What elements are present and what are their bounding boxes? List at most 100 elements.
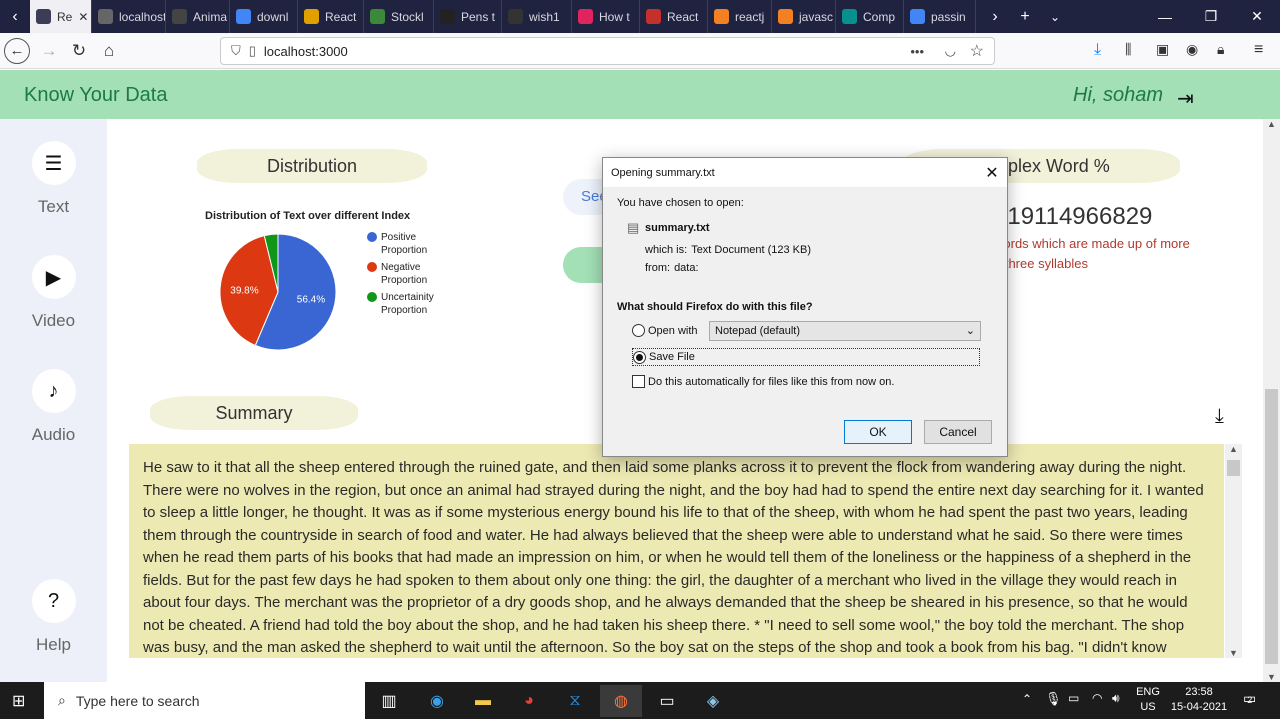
auto-checkbox[interactable]: Do this automatically for files like thi… bbox=[632, 375, 894, 388]
sidebar-item-audio[interactable]: ♪ Audio bbox=[0, 369, 107, 445]
save-file-radio[interactable]: Save File bbox=[632, 348, 980, 366]
pie-data-label: 56.4% bbox=[297, 295, 325, 306]
cancel-button[interactable]: Cancel bbox=[924, 420, 992, 444]
reload-icon[interactable]: ↻ bbox=[64, 41, 94, 61]
microphone-icon[interactable]: 🎙︎ bbox=[1045, 691, 1062, 707]
legend-label[interactable]: Uncertainity Proportion bbox=[381, 292, 434, 316]
page-scrollbar[interactable]: ▲ ▼ bbox=[1263, 119, 1280, 682]
home-icon[interactable]: ⌂ bbox=[94, 41, 124, 61]
url-text[interactable]: localhost:3000 bbox=[264, 44, 348, 59]
pocket-icon[interactable]: ◡ bbox=[945, 43, 956, 59]
tab-label: Stockl bbox=[391, 9, 424, 24]
account-icon[interactable]: ◉ bbox=[1186, 41, 1198, 58]
chrome-icon[interactable]: ◕ bbox=[508, 685, 550, 717]
tab-favicon-icon bbox=[304, 9, 319, 24]
tray-expand-icon[interactable]: ⌃ bbox=[1022, 692, 1032, 706]
legend-label[interactable]: Negative Proportion bbox=[381, 262, 427, 286]
shield-icon[interactable]: ⛉ bbox=[231, 43, 241, 59]
window-close-icon[interactable]: ✕ bbox=[1234, 0, 1280, 33]
browser-tab[interactable]: javasc bbox=[772, 0, 836, 33]
volume-icon[interactable]: 🔊︎ bbox=[1112, 691, 1120, 706]
sidebar-item-help[interactable]: ? Help bbox=[0, 579, 107, 655]
task-view-icon[interactable]: ▥ bbox=[368, 685, 410, 717]
new-tab-icon[interactable]: + bbox=[1010, 8, 1040, 26]
tab-label: Re bbox=[57, 9, 73, 24]
browser-tab[interactable]: How t bbox=[572, 0, 640, 33]
app-brand[interactable]: Know Your Data bbox=[24, 84, 167, 107]
tab-scroll-right-icon[interactable]: › bbox=[980, 8, 1010, 26]
sidebar-item-video[interactable]: ▶ Video bbox=[0, 255, 107, 331]
notification-count: 2 bbox=[1247, 695, 1253, 705]
browser-tab[interactable]: reactj bbox=[708, 0, 772, 33]
tab-favicon-icon bbox=[440, 9, 455, 24]
tab-favicon-icon bbox=[578, 9, 593, 24]
browser-tab[interactable]: downl bbox=[230, 0, 298, 33]
edge-icon[interactable]: ◉ bbox=[416, 685, 458, 717]
ok-button[interactable]: OK bbox=[844, 420, 912, 444]
dialog-close-icon[interactable]: ✕ bbox=[977, 158, 1007, 188]
distribution-pie-chart: Distribution of Text over different Inde… bbox=[205, 210, 434, 351]
chevron-down-icon: ⌄ bbox=[965, 325, 975, 337]
open-file-dialog: Opening summary.txt ✕ You have chosen to… bbox=[602, 157, 1008, 457]
open-with-select[interactable]: Notepad (default) ⌄ bbox=[709, 321, 981, 341]
vscode-icon[interactable]: ⧖ bbox=[554, 685, 596, 717]
browser-tab[interactable]: Stockl bbox=[364, 0, 434, 33]
taskbar-search[interactable]: ⌕ Type here to search bbox=[44, 682, 365, 719]
dialog-question: What should Firefox do with this file? bbox=[617, 301, 813, 313]
forward-icon[interactable]: → bbox=[34, 41, 64, 61]
terminal-icon[interactable]: ▭ bbox=[646, 685, 688, 717]
browser-tab[interactable]: localhost bbox=[92, 0, 166, 33]
download-icon[interactable]: ⤓ bbox=[1215, 405, 1224, 428]
browser-tab[interactable]: React bbox=[298, 0, 364, 33]
tab-list-icon[interactable]: ⌄ bbox=[1040, 10, 1070, 24]
wifi-icon[interactable]: ◠ bbox=[1092, 691, 1102, 705]
sidebar-item-text[interactable]: ☰ Text bbox=[0, 141, 107, 217]
clock[interactable]: 23:58 15-04-2021 bbox=[1168, 686, 1230, 713]
browser-tab[interactable]: Anima bbox=[166, 0, 230, 33]
tab-close-icon[interactable]: ✕ bbox=[78, 10, 88, 24]
bookmark-star-icon[interactable]: ☆ bbox=[970, 41, 984, 61]
minimize-icon[interactable]: — bbox=[1142, 0, 1188, 33]
distribution-heading: Distribution bbox=[197, 149, 427, 183]
legend-swatch bbox=[367, 232, 377, 242]
document-icon: ☰ bbox=[31, 141, 76, 185]
from-value: data: bbox=[674, 262, 699, 274]
clock-time: 23:58 bbox=[1185, 686, 1213, 698]
language-indicator[interactable]: ENG US bbox=[1136, 686, 1160, 713]
url-bar[interactable]: ⛉ ▯ localhost:3000 ••• ◡ ☆ bbox=[220, 37, 995, 65]
which-is-label: which is: bbox=[645, 244, 688, 256]
battery-icon[interactable]: ▭ bbox=[1068, 691, 1079, 705]
tab-favicon-icon bbox=[646, 9, 661, 24]
browser-tab[interactable]: wish1 bbox=[502, 0, 572, 33]
downloads-icon[interactable]: ⤓ bbox=[1094, 41, 1101, 59]
tab-label: downl bbox=[257, 9, 289, 24]
browser-tab[interactable]: Pens t bbox=[434, 0, 502, 33]
app-icon[interactable]: ◈ bbox=[692, 685, 734, 717]
library-icon[interactable]: ⫼ bbox=[1125, 41, 1131, 58]
open-with-radio[interactable]: Open with bbox=[632, 324, 698, 337]
lock-icon[interactable]: 🔒︎ bbox=[1217, 41, 1224, 58]
sidebar-icon[interactable]: ▣ bbox=[1156, 41, 1169, 58]
windows-taskbar: ⊞ ⌕ Type here to search ▥ ◉ ▬ ◕ ⧖ ◍ ▭ ◈ … bbox=[0, 682, 1280, 719]
dialog-filename: summary.txt bbox=[645, 222, 710, 234]
file-explorer-icon[interactable]: ▬ bbox=[462, 685, 504, 717]
legend-label[interactable]: Positive Proportion bbox=[381, 232, 427, 256]
browser-tab[interactable]: Comp bbox=[836, 0, 904, 33]
tab-scroll-left-icon[interactable]: ‹ bbox=[0, 8, 30, 26]
page-actions-icon[interactable]: ••• bbox=[910, 44, 924, 59]
browser-nav-bar: ← → ↻ ⌂ ⛉ ▯ localhost:3000 ••• ◡ ☆ ⤓ ⫼ ▣… bbox=[0, 33, 1280, 69]
menu-icon[interactable]: ≡ bbox=[1254, 41, 1263, 59]
summary-scrollbar[interactable]: ▲ ▼ bbox=[1225, 444, 1242, 658]
sidebar: ☰ Text ▶ Video ♪ Audio ? Help bbox=[0, 119, 107, 682]
windows-start-icon[interactable]: ⊞ bbox=[12, 691, 25, 711]
browser-tab[interactable]: Re ✕ bbox=[30, 0, 92, 33]
maximize-icon[interactable]: ❐ bbox=[1188, 0, 1234, 33]
tab-label: wish1 bbox=[529, 9, 560, 24]
browser-tab-bar: ‹ Re ✕ localhost Anima downl React Stockl Pens … bbox=[0, 0, 1280, 33]
back-icon[interactable]: ← bbox=[4, 37, 30, 64]
browser-tab[interactable]: React bbox=[640, 0, 708, 33]
browser-tab[interactable]: passin bbox=[904, 0, 976, 33]
firefox-icon[interactable]: ◍ bbox=[600, 685, 642, 717]
logout-icon[interactable]: ⇥ bbox=[1177, 86, 1194, 111]
notification-icon[interactable]: ▭2 bbox=[1243, 690, 1256, 707]
